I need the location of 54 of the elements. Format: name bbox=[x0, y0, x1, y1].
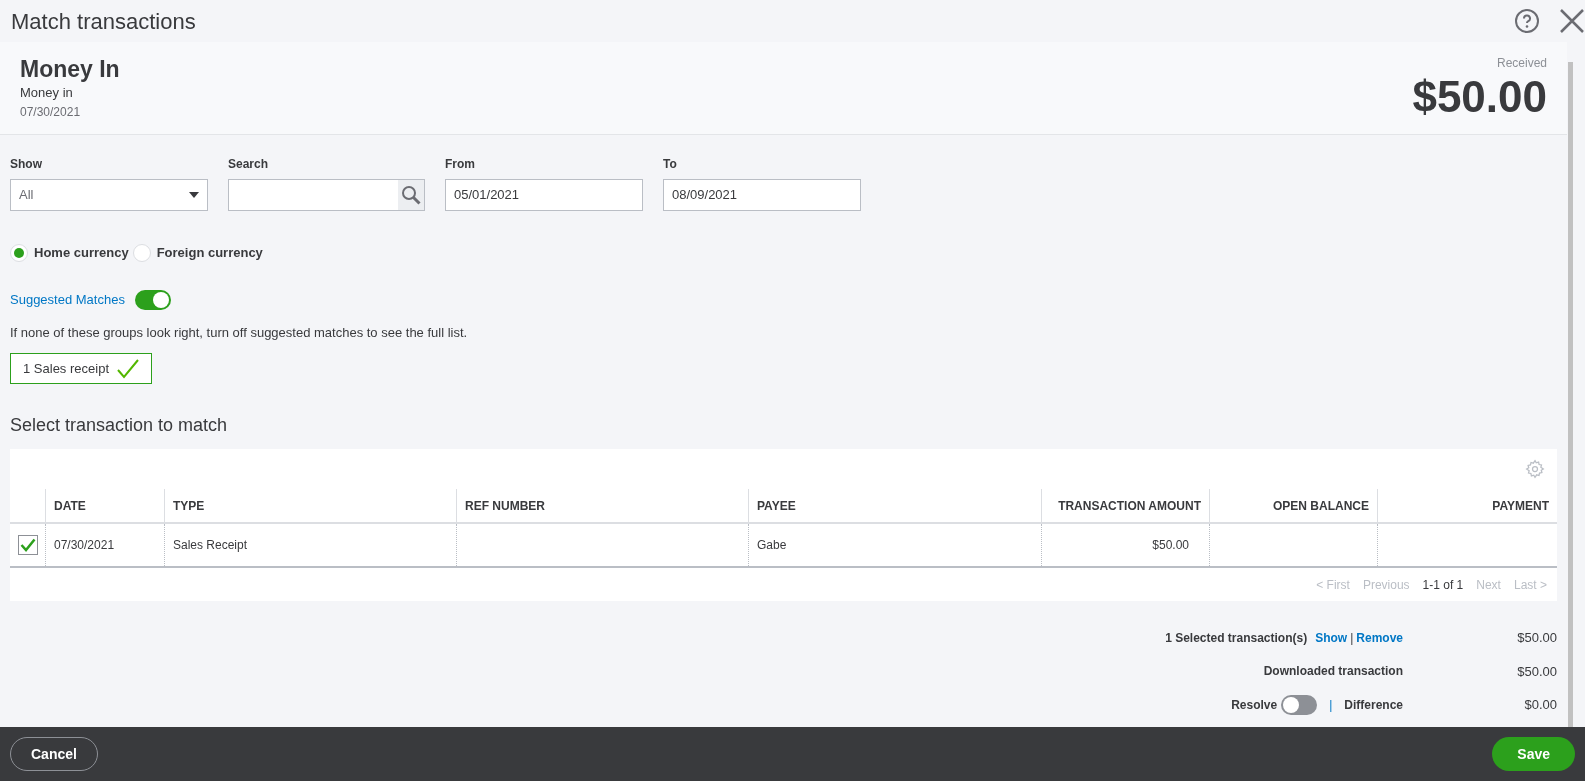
field-label: To bbox=[663, 156, 678, 173]
suggested-matches-label: Suggested Matches bbox=[10, 290, 125, 309]
table-cell-text: 07/30/2021 bbox=[54, 537, 115, 554]
column-header: PAYEE bbox=[749, 489, 1042, 522]
help-icon[interactable] bbox=[1514, 8, 1540, 34]
table-cell-text: $50.00 bbox=[1152, 537, 1189, 554]
close-icon[interactable] bbox=[1559, 8, 1585, 34]
column-header: DATE bbox=[46, 489, 165, 522]
transaction-subtitle: Money in bbox=[20, 84, 74, 102]
hint-text: If none of these groups look right, turn off suggested matches to see the full list. bbox=[9, 323, 469, 342]
table-cell-text: Gabe bbox=[757, 537, 787, 554]
from-date-field[interactable]: 05/01/2021 bbox=[445, 179, 643, 211]
suggested-matches-toggle[interactable] bbox=[134, 289, 171, 310]
received-amount: $50.00 bbox=[1412, 72, 1547, 122]
pagination-link[interactable]: 1-1 of 1 bbox=[1422, 575, 1464, 594]
column-header: PAYMENT bbox=[1491, 497, 1550, 515]
window-title: Match transactions bbox=[11, 7, 196, 36]
summary-label: Downloaded transaction bbox=[1263, 663, 1403, 681]
caret-icon bbox=[189, 192, 199, 198]
scrollbar[interactable] bbox=[1568, 62, 1573, 727]
column-header: TRANSACTION AMOUNT bbox=[1042, 489, 1210, 522]
transaction-date: 07/30/2021 bbox=[20, 104, 82, 121]
section-title: Select transaction to match bbox=[9, 414, 229, 437]
checkmark-icon bbox=[117, 358, 139, 379]
radio-button[interactable] bbox=[10, 243, 28, 262]
summary-label: 1 Selected transaction(s) bbox=[1165, 629, 1308, 647]
remove-link[interactable]: Remove bbox=[1356, 628, 1403, 647]
table-cell-text: Sales Receipt bbox=[173, 537, 248, 554]
match-group-button[interactable]: 1 Sales receipt bbox=[10, 353, 152, 384]
save-button[interactable]: Save bbox=[1492, 737, 1575, 771]
separator: | bbox=[1329, 697, 1333, 714]
summary-amount: $0.00 bbox=[1523, 696, 1557, 715]
resolve-toggle[interactable] bbox=[1281, 695, 1318, 715]
summary-label: Difference bbox=[1344, 697, 1403, 714]
separator: | bbox=[1350, 629, 1354, 647]
field-label: Search bbox=[228, 156, 270, 173]
column-header: OPEN BALANCE bbox=[1210, 489, 1378, 522]
column-header: TYPE bbox=[165, 489, 457, 522]
field-label: From bbox=[445, 156, 476, 173]
column-header: REF NUMBER bbox=[457, 489, 749, 522]
show-dropdown[interactable]: All bbox=[10, 179, 208, 211]
amount-label: Received bbox=[1496, 55, 1547, 72]
settings-icon[interactable] bbox=[1525, 459, 1545, 479]
resolve-label: Resolve bbox=[1231, 697, 1278, 714]
to-date-field[interactable]: 08/09/2021 bbox=[663, 179, 861, 211]
show-link[interactable]: Show bbox=[1315, 628, 1348, 647]
radio-button[interactable] bbox=[132, 243, 151, 262]
summary-amount: $50.00 bbox=[1516, 629, 1557, 647]
radio-label: Home currency bbox=[34, 244, 129, 262]
radio-label: Foreign currency bbox=[156, 244, 263, 262]
row-checkbox[interactable] bbox=[17, 535, 38, 555]
transaction-title: Money In bbox=[20, 55, 120, 84]
field-label: Show bbox=[10, 156, 43, 173]
summary-amount: $50.00 bbox=[1516, 662, 1557, 681]
